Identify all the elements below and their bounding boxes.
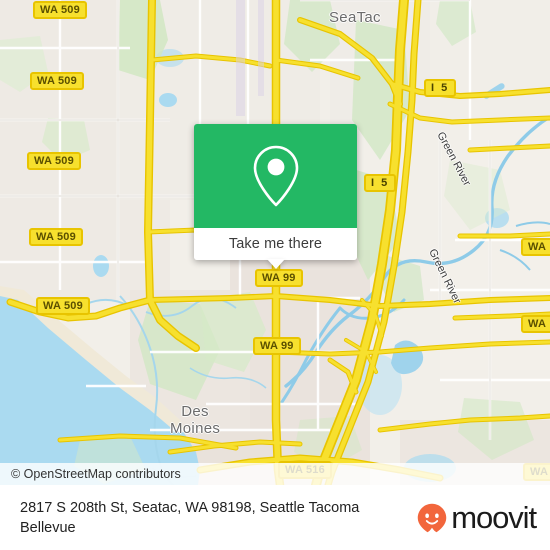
moovit-logo[interactable]: moovit bbox=[417, 499, 537, 535]
moovit-map-screen: SeaTac Des Moines Green River Green Rive… bbox=[0, 0, 550, 550]
road-shield-wa99-a[interactable]: WA 99 bbox=[255, 269, 303, 287]
road-shield-wa-edge-a[interactable]: WA bbox=[521, 238, 550, 256]
map-pin-icon bbox=[253, 145, 298, 207]
road-shield-i5-a[interactable]: I 5 bbox=[424, 79, 457, 97]
place-label-seatac: SeaTac bbox=[329, 9, 381, 26]
road-shield-wa509-d[interactable]: WA 509 bbox=[29, 228, 83, 246]
take-me-there-button[interactable]: Take me there bbox=[194, 228, 357, 269]
map-attribution-bar: © OpenStreetMap contributors bbox=[0, 463, 550, 485]
road-shield-wa509-a[interactable]: WA 509 bbox=[33, 1, 87, 19]
road-shield-wa-edge-b[interactable]: WA bbox=[521, 315, 550, 333]
road-shield-i5-b[interactable]: I 5 bbox=[364, 174, 397, 192]
road-shield-wa509-c[interactable]: WA 509 bbox=[27, 152, 81, 170]
location-popup-card[interactable]: Take me there bbox=[194, 124, 357, 269]
popup-pointer-tail bbox=[266, 259, 285, 269]
moovit-wordmark: moovit bbox=[451, 499, 537, 535]
popup-marker-panel bbox=[194, 124, 357, 228]
footer-bar: 2817 S 208th St, Seatac, WA 98198, Seatt… bbox=[0, 485, 550, 550]
moovit-face-icon bbox=[418, 503, 447, 532]
map-canvas[interactable]: SeaTac Des Moines Green River Green Rive… bbox=[0, 0, 550, 485]
road-shield-wa509-e[interactable]: WA 509 bbox=[36, 297, 90, 315]
openstreetmap-attribution[interactable]: © OpenStreetMap contributors bbox=[0, 467, 181, 481]
place-label-des-moines: Des Moines bbox=[170, 403, 221, 437]
road-shield-wa509-b[interactable]: WA 509 bbox=[30, 72, 84, 90]
road-shield-wa99-b[interactable]: WA 99 bbox=[253, 337, 301, 355]
address-text: 2817 S 208th St, Seatac, WA 98198, Seatt… bbox=[20, 499, 360, 536]
take-me-there-label: Take me there bbox=[228, 236, 323, 252]
